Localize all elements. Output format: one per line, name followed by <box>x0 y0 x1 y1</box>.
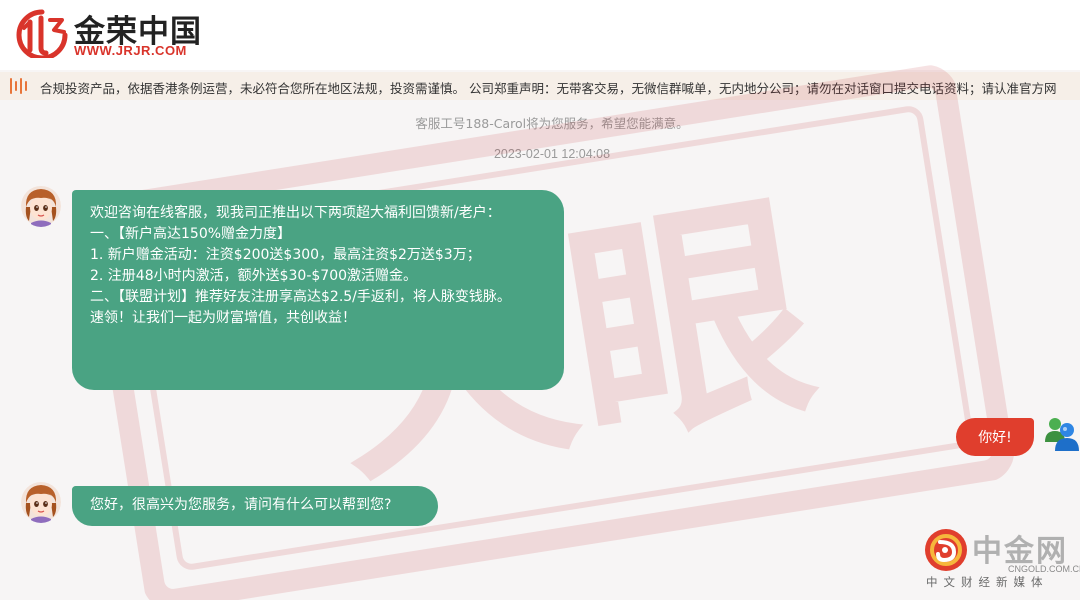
message-line: 1. 新户赠金活动：注资$200送$300，最高注资$2万送$3万； <box>90 247 481 263</box>
notice-bar: 合规投资产品，依据香港条例运营，未必符合您所在地区法规，投资需谨慎。 公司郑重声… <box>0 72 1080 100</box>
message-line: 二、【联盟计划】推荐好友注册享高达$2.5/手返利，将人脉变钱脉。 <box>90 289 511 305</box>
site-logo[interactable]: 金荣中国 WWW.JRJR.COM <box>14 6 214 62</box>
agent-avatar <box>21 481 61 523</box>
user-message: 你好! <box>956 418 1034 456</box>
footer-slogan: 中文财经新媒体 <box>926 575 1049 589</box>
header: 金荣中国 WWW.JRJR.COM <box>0 0 1080 70</box>
announcement-icon <box>10 78 32 94</box>
notice-marquee-text: 合规投资产品，依据香港条例运营，未必符合您所在地区法规，投资需谨慎。 公司郑重声… <box>40 81 1057 96</box>
logo-url: WWW.JRJR.COM <box>74 43 187 58</box>
chat-timestamp: 2023-02-01 12:04:08 <box>493 147 611 161</box>
cngold-logo: 中金网 CNGOLD.COM.CN 中文财经新媒体 <box>920 526 1080 590</box>
footer-url: CNGOLD.COM.CN <box>1008 564 1080 574</box>
jrjr-logo-icon <box>16 9 68 58</box>
message-line: 速领！让我们一起为财富增值，共创收益！ <box>90 310 356 326</box>
agent-message-welcome: 欢迎咨询在线客服，现我司正推出以下两项超大福利回馈新/老户： 一、【新户高达15… <box>72 190 564 390</box>
service-agent-info: 客服工号188-Carol将为您服务，希望您能满意。 <box>415 116 689 131</box>
message-line: 2. 注册48小时内激活，额外送$30-$700激活赠金。 <box>90 268 418 284</box>
cngold-logo-icon <box>925 529 967 571</box>
user-avatar <box>1044 414 1080 452</box>
agent-message-greeting: 您好，很高兴为您服务，请问有什么可以帮到您? <box>72 486 438 526</box>
message-line: 欢迎咨询在线客服，现我司正推出以下两项超大福利回馈新/老户： <box>90 205 501 221</box>
agent-avatar <box>21 185 61 227</box>
users-icon <box>1045 418 1079 451</box>
message-line: 一、【新户高达150%赠金力度】 <box>90 226 292 242</box>
